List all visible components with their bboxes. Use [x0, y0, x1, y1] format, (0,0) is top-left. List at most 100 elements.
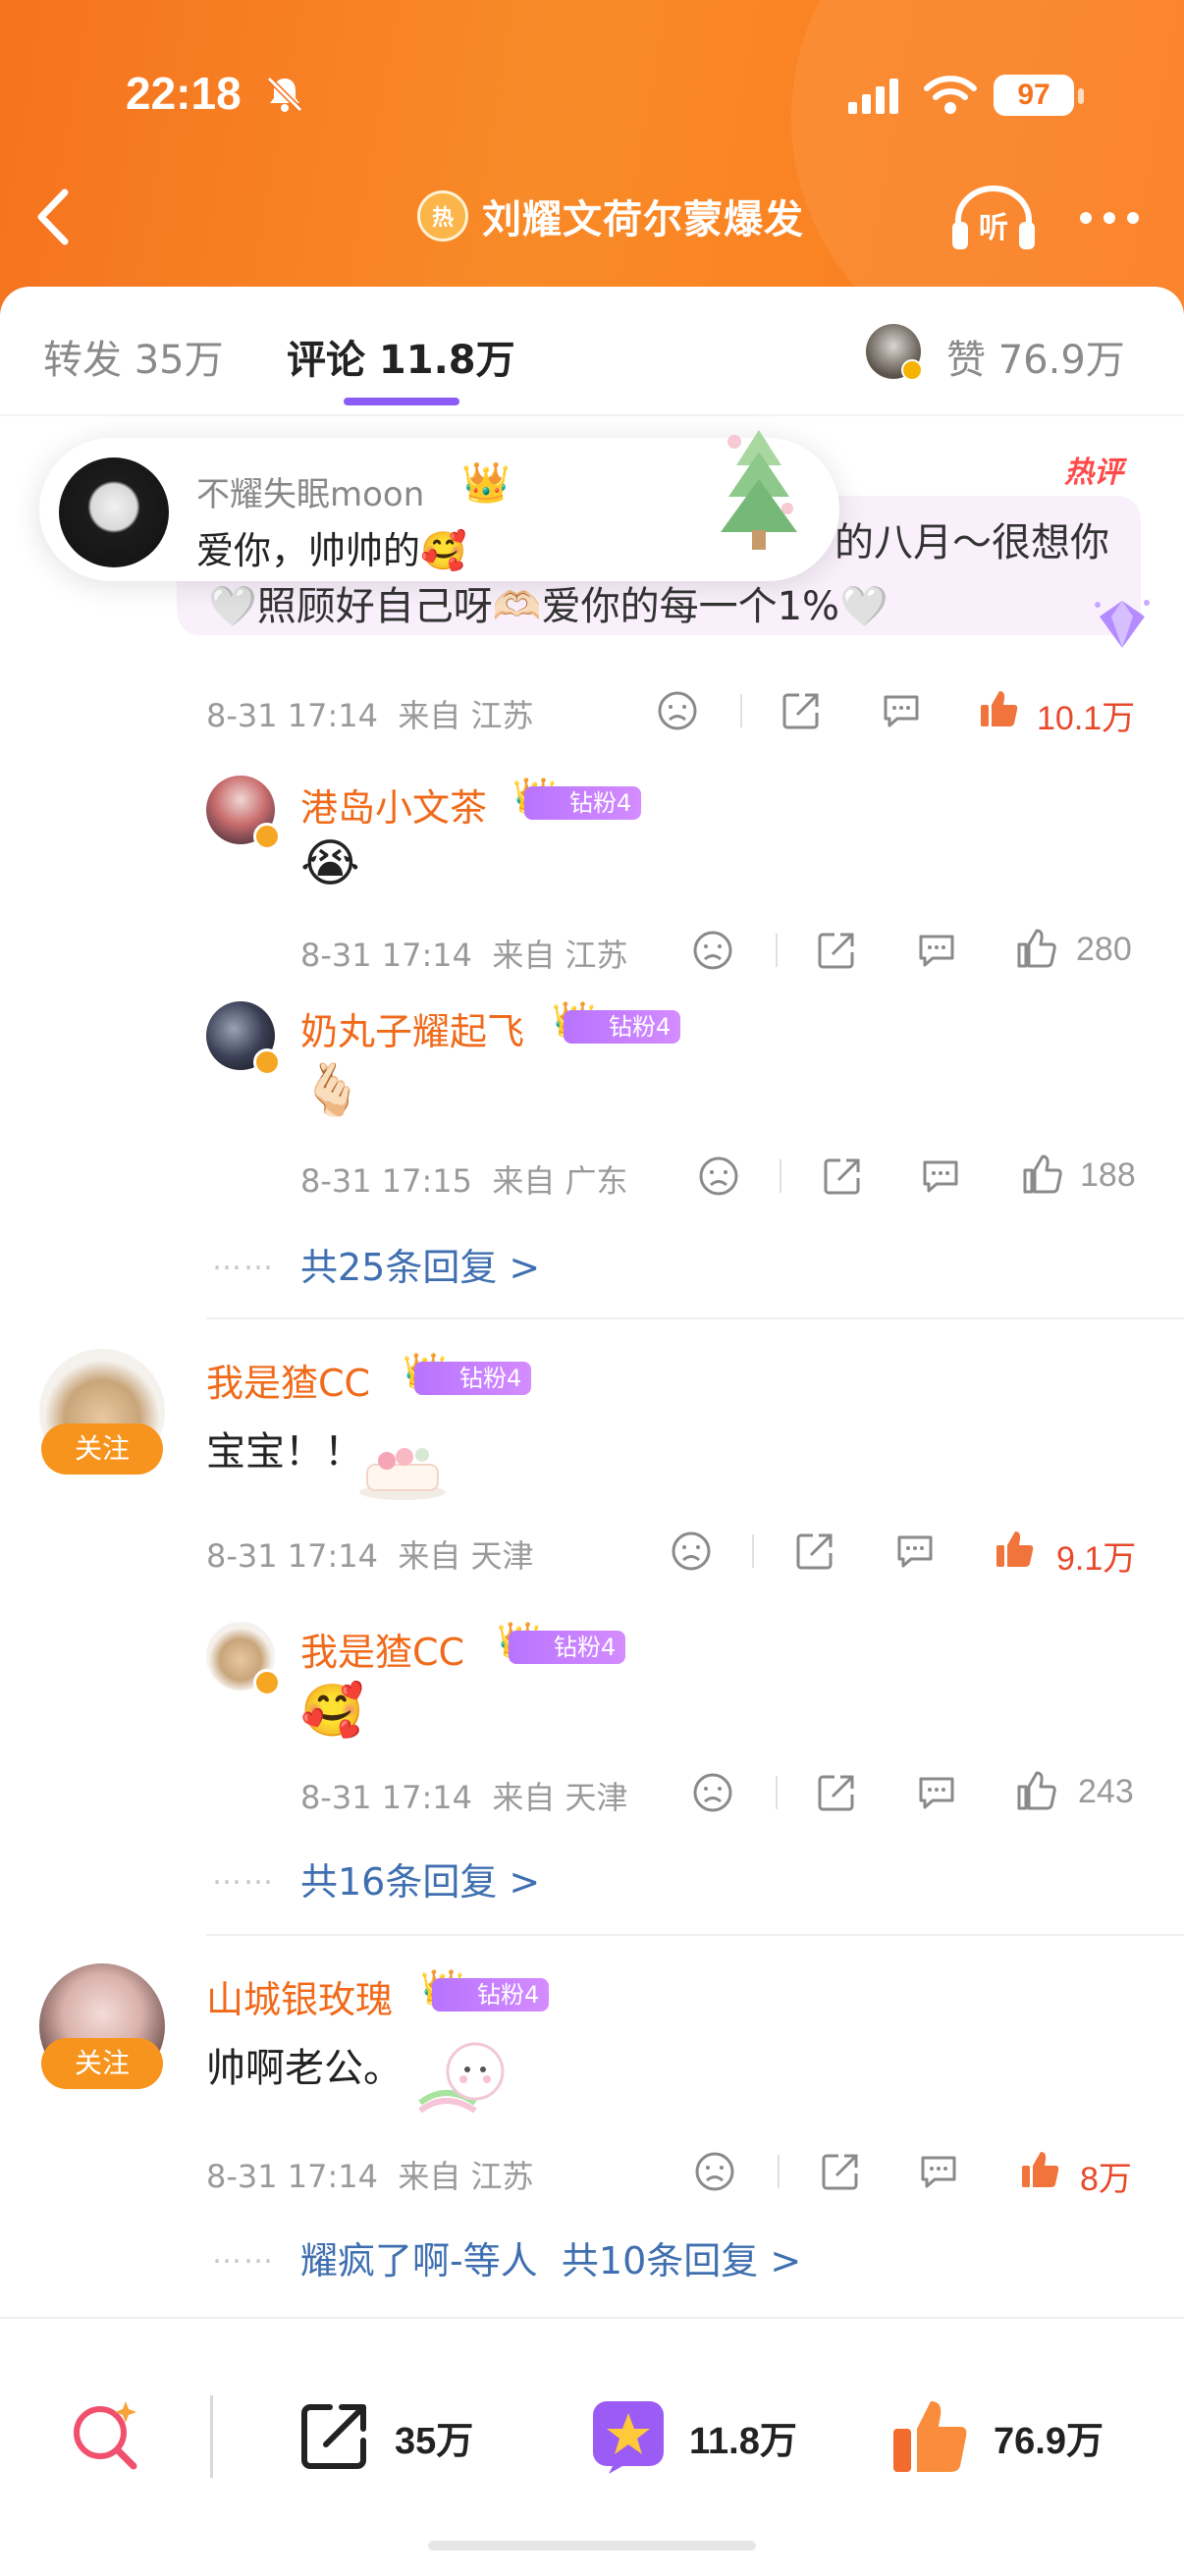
like-count: 8万	[1080, 2161, 1132, 2198]
view-more-replies[interactable]: 共16条回复 >	[300, 1852, 540, 1905]
reply-icon[interactable]	[893, 1530, 937, 1573]
view-more-replies[interactable]: 耀疯了啊-等人 共10条回复 >	[300, 2230, 801, 2284]
hot-comment-text-line1: 的八月～很想你	[834, 520, 1109, 565]
reply-count: 共10条回复 >	[561, 2239, 802, 2282]
thumbs-up-icon	[893, 2401, 967, 2472]
comment-location: 来自 江苏	[398, 2158, 534, 2195]
reply-icon[interactable]	[915, 1771, 958, 1814]
reply-username[interactable]: 奶丸子耀起飞	[300, 1001, 524, 1055]
hot-comment-tag: 热评	[1064, 456, 1123, 490]
dots-divider: ……	[212, 2236, 275, 2271]
back-icon[interactable]	[27, 183, 77, 251]
repost-button[interactable]: 35万	[295, 2395, 473, 2478]
share-icon[interactable]	[819, 2150, 862, 2193]
hot-topic-icon: 热	[417, 190, 468, 242]
bar-divider	[210, 2395, 213, 2478]
status-time: 22:18	[126, 68, 242, 119]
like-icon-active[interactable]	[994, 1528, 1037, 1571]
view-more-replies[interactable]: 共25条回复 >	[300, 1237, 540, 1291]
comment-location: 来自 江苏	[492, 937, 628, 974]
comment-text: 宝宝！！	[206, 1429, 363, 1475]
comment-time: 8-31 17:14	[206, 1537, 379, 1575]
tab-likes[interactable]: 赞 76.9万	[946, 328, 1125, 385]
comment-meta: 8-31 17:14 来自 天津	[206, 1531, 534, 1577]
like-button[interactable]: 76.9万	[889, 2395, 1103, 2478]
reply-icon[interactable]	[915, 929, 958, 972]
dislike-icon[interactable]	[691, 1771, 734, 1814]
comment-meta: 8-31 17:15 来自 广东	[300, 1156, 628, 1202]
page-title: 热 刘耀文荷尔蒙爆发	[417, 187, 804, 245]
comment-star-icon	[593, 2401, 664, 2474]
follow-button[interactable]: 关注	[41, 1423, 163, 1475]
action-divider	[740, 694, 742, 727]
listen-headphones-icon[interactable]: 听	[948, 183, 1039, 253]
comment-location: 来自 广东	[492, 1162, 628, 1200]
dislike-icon[interactable]	[697, 1154, 740, 1198]
comment-location: 来自 天津	[492, 1779, 628, 1816]
page-title-text: 刘耀文荷尔蒙爆发	[482, 197, 804, 242]
like-icon[interactable]	[1021, 1153, 1064, 1196]
more-options-icon[interactable]	[1078, 202, 1141, 234]
comment-divider	[206, 1317, 1184, 1319]
reply-emoji: 😭	[300, 834, 360, 893]
action-divider	[780, 1159, 781, 1193]
tabs-divider	[0, 414, 1184, 416]
dots-divider: ……	[212, 1243, 275, 1277]
toast-avatar	[59, 457, 169, 567]
share-icon[interactable]	[780, 689, 823, 732]
comment-time: 8-31 17:15	[300, 1162, 473, 1200]
comment-count: 11.8万	[689, 2420, 797, 2462]
comment-username[interactable]: 我是猹CC	[206, 1353, 370, 1407]
dislike-icon[interactable]	[693, 2150, 736, 2193]
cake-sticker	[359, 1448, 446, 1500]
like-icon[interactable]	[1015, 927, 1058, 970]
reply-username[interactable]: 我是猹CC	[300, 1622, 464, 1676]
dislike-icon[interactable]	[670, 1530, 713, 1573]
share-icon[interactable]	[815, 929, 858, 972]
reply-icon[interactable]	[880, 689, 923, 732]
like-count: 280	[1076, 931, 1132, 968]
reply-emoji: 🫰🏻	[300, 1061, 364, 1120]
like-icon[interactable]	[1015, 1769, 1058, 1812]
toast-message: 爱你，帅帅的🥰	[196, 529, 467, 572]
reply-icon[interactable]	[917, 2150, 960, 2193]
comment-meta: 8-31 17:14 来自 天津	[300, 1773, 628, 1818]
share-icon[interactable]	[821, 1154, 864, 1198]
fan-badge: 钻粉4	[509, 1631, 626, 1664]
dislike-icon[interactable]	[656, 689, 699, 732]
share-icon[interactable]	[815, 1771, 858, 1814]
ai-search-icon[interactable]	[69, 2397, 143, 2472]
christmas-tree-sticker	[721, 430, 797, 550]
dislike-icon[interactable]	[691, 929, 734, 972]
action-divider	[776, 1776, 778, 1809]
tab-repost[interactable]: 转发 35万	[43, 328, 224, 385]
home-indicator	[428, 2541, 756, 2550]
follow-button[interactable]: 关注	[41, 2038, 163, 2089]
comment-button[interactable]: 11.8万	[589, 2395, 797, 2478]
share-icon[interactable]	[793, 1530, 836, 1573]
like-icon-active[interactable]	[1019, 2148, 1062, 2191]
reply-username[interactable]: 港岛小文茶	[300, 778, 487, 832]
like-icon-active[interactable]	[978, 687, 1021, 730]
action-divider	[776, 934, 778, 967]
liker-avatar	[866, 324, 923, 381]
repost-icon	[301, 2404, 366, 2469]
comment-meta: 8-31 17:14 来自 江苏	[206, 2152, 534, 2197]
comment-time: 8-31 17:14	[300, 1779, 473, 1816]
sheep-sticker	[418, 2042, 505, 2114]
hot-comment-text-line2: 🤍照顾好自己呀🫶🏻爱你的每一个1%🤍	[208, 584, 888, 629]
like-count: 9.1万	[1056, 1540, 1137, 1578]
bottom-action-bar: 35万 11.8万 76.9万	[0, 2317, 1184, 2576]
tab-comments[interactable]: 评论 11.8万	[287, 328, 515, 385]
fan-badge: 钻粉4	[524, 786, 642, 820]
repost-count: 35万	[395, 2420, 474, 2462]
comment-meta: 8-31 17:14 来自 江苏	[300, 931, 628, 976]
comment-time: 8-31 17:14	[206, 697, 379, 734]
comment-divider	[206, 1934, 1184, 1936]
crown-icon: 👑	[461, 460, 511, 506]
tab-bar: 转发 35万 评论 11.8万 赞 76.9万	[0, 287, 1184, 414]
fan-badge: 钻粉4	[414, 1362, 532, 1395]
reply-icon[interactable]	[919, 1154, 962, 1198]
tab-active-indicator	[344, 398, 459, 405]
comment-username[interactable]: 山城银玫瑰	[206, 1969, 393, 2023]
